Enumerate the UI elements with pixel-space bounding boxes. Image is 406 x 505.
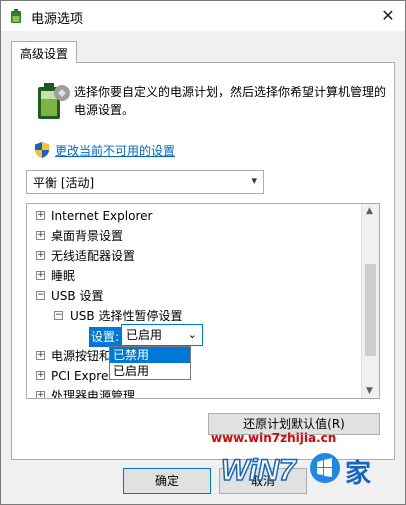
tree-item-usb-selective-suspend[interactable]: − USB 选择性暂停设置 [27, 306, 361, 326]
tree-item-label: Internet Explorer [51, 209, 153, 223]
expand-icon[interactable]: + [36, 251, 45, 260]
settings-panel: 选择你要自定义的电源计划，然后选择你希望计算机管理的电源设置。 更改当前不可用的… [11, 62, 395, 460]
tree-item-wireless-adapter[interactable]: + 无线适配器设置 [27, 246, 361, 266]
power-options-icon [11, 9, 21, 23]
expand-icon[interactable]: + [36, 211, 45, 220]
tree-item-sleep[interactable]: + 睡眠 [27, 266, 361, 286]
logo-char: 家 [345, 458, 371, 489]
power-plan-select[interactable]: 平衡 [活动] ▾ [26, 170, 264, 194]
chevron-down-icon: ▾ [251, 174, 257, 187]
title-bar: 电源选项 ✕ [1, 1, 405, 31]
uac-shield-icon [35, 142, 49, 158]
tree-item-pci-express[interactable]: + PCI Express [27, 366, 361, 386]
dropdown-option-disabled[interactable]: 已禁用 [110, 347, 190, 363]
change-unavailable-settings-link[interactable]: 更改当前不可用的设置 [55, 142, 175, 159]
tree-item-internet-explorer[interactable]: + Internet Explorer [27, 206, 361, 226]
settings-tree[interactable]: + Internet Explorer + 桌面背景设置 + 无线适配器设置 +… [26, 203, 380, 399]
tree-item-label: 桌面背景设置 [51, 229, 124, 243]
tree-item-desktop-background[interactable]: + 桌面背景设置 [27, 226, 361, 246]
setting-label: 设置: [89, 327, 123, 347]
win7-logo: WiN7 家 [220, 453, 371, 489]
tab-advanced-settings[interactable]: 高级设置 [11, 41, 78, 63]
close-button[interactable]: ✕ [377, 5, 399, 27]
tree-item-label: USB 设置 [51, 289, 104, 303]
ok-button[interactable]: 确定 [123, 468, 211, 494]
description-text: 选择你要自定义的电源计划，然后选择你希望计算机管理的电源设置。 [74, 85, 387, 117]
tree-item-label: 睡眠 [51, 269, 76, 283]
collapse-icon[interactable]: − [36, 291, 45, 300]
logo-text: WiN7 [221, 454, 297, 487]
tree-item-label: 无线适配器设置 [51, 249, 136, 263]
expand-icon[interactable]: + [36, 351, 45, 360]
dropdown-option-enabled[interactable]: 已启用 [110, 363, 190, 379]
chevron-down-icon: ⌄ [187, 328, 197, 341]
power-plan-value: 平衡 [活动] [33, 176, 95, 190]
scroll-down-icon[interactable]: ▼ [366, 386, 373, 396]
setting-select-value: 已启用 [126, 328, 163, 342]
tree-item-label: 处理器电源管理 [51, 389, 136, 399]
expand-icon[interactable]: + [36, 391, 45, 398]
collapse-icon[interactable]: − [54, 311, 63, 320]
tree-item-label: USB 选择性暂停设置 [70, 309, 183, 323]
scroll-up-icon[interactable]: ▲ [366, 206, 373, 216]
tree-item-power-buttons[interactable]: + 电源按钮和盖 [27, 346, 361, 366]
expand-icon[interactable]: + [36, 371, 45, 380]
tree-item-usb-settings[interactable]: − USB 设置 [27, 286, 361, 306]
scroll-thumb[interactable] [365, 264, 376, 356]
expand-icon[interactable]: + [36, 231, 45, 240]
tree-scrollbar[interactable]: ▲ ▼ [361, 204, 379, 398]
setting-dropdown-list[interactable]: 已禁用 已启用 [109, 346, 191, 380]
watermark-url: www.win7zhijia.cn [211, 431, 337, 445]
window-title: 电源选项 [31, 12, 84, 27]
battery-icon [38, 83, 70, 119]
tree-item-processor-power[interactable]: + 处理器电源管理 [27, 386, 361, 399]
expand-icon[interactable]: + [36, 271, 45, 280]
usb-suspend-setting-select[interactable]: 已启用 ⌄ [121, 324, 203, 346]
power-options-window: 电源选项 ✕ 高级设置 选择你要自定义的电源计划，然后选择你希望计算机管理的电源… [0, 0, 406, 505]
